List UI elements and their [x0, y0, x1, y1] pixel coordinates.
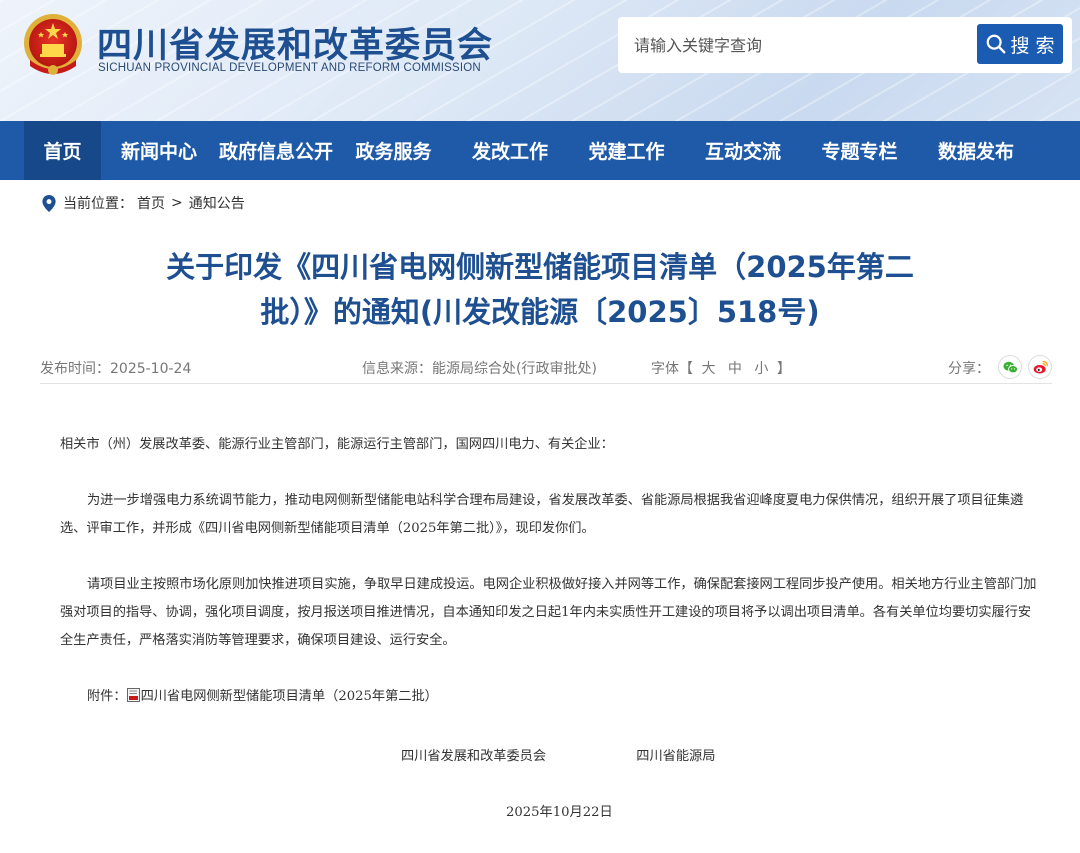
paragraph-1: 为进一步增强电力系统调节能力，推动电网侧新型储能电站科学合理布局建设，省发展改革…	[60, 493, 1024, 536]
search-box: 搜 索	[618, 17, 1072, 73]
font-size-medium-button[interactable]: 中	[728, 361, 742, 377]
nav-item-home[interactable]: 首页	[24, 121, 101, 180]
nav-item-data-release[interactable]: 数据发布	[918, 121, 1034, 180]
attachment-link[interactable]: 四川省电网侧新型储能项目清单（2025年第二批）	[141, 689, 438, 704]
nav-item-interaction[interactable]: 互动交流	[685, 121, 801, 180]
main-nav: 首页 新闻中心 政府信息公开 政务服务 发改工作 党建工作 互动交流 专题专栏 …	[0, 121, 1080, 180]
signer-energy-bureau: 四川省能源局	[636, 749, 716, 764]
info-source: 信息来源：能源局综合处(行政审批处)	[362, 361, 597, 377]
site-header: 四川省发展和改革委员会 SICHUAN PROVINCIAL DEVELOPME…	[0, 0, 1080, 121]
pdf-file-icon	[126, 688, 140, 702]
article-title-line2: 批）》的通知(川发改能源〔2025〕518号)	[260, 295, 820, 329]
attachment-label: 附件：	[87, 689, 127, 704]
nav-item-reform-work[interactable]: 发改工作	[452, 121, 568, 180]
nav-item-special-topics[interactable]: 专题专栏	[801, 121, 918, 180]
breadcrumb-label: 当前位置：	[63, 196, 133, 212]
article-title-line1: 关于印发《四川省电网侧新型储能项目清单（2025年第二	[166, 250, 914, 284]
font-size-control: 字体【 大 中 小 】	[651, 358, 791, 378]
weibo-share-icon[interactable]	[1028, 355, 1052, 379]
search-icon	[987, 34, 1006, 54]
font-size-label-close: 】	[776, 361, 791, 377]
location-pin-icon	[42, 194, 56, 212]
breadcrumb-separator: >	[171, 195, 183, 211]
article-content: 相关市（州）发展改革委、能源行业主管部门，能源运行主管部门，国网四川电力、有关企…	[60, 431, 1040, 820]
nav-item-party-building[interactable]: 党建工作	[568, 121, 685, 180]
national-emblem-icon	[24, 14, 82, 75]
attachment-line: 附件： 四川省电网侧新型储能项目清单（2025年第二批）	[60, 683, 1040, 711]
publish-date: 发布时间：2025-10-24	[40, 361, 192, 377]
article-title: 关于印发《四川省电网侧新型储能项目清单（2025年第二 批）》的通知(川发改能源…	[100, 245, 980, 335]
font-size-large-button[interactable]: 大	[701, 361, 715, 377]
salutation: 相关市（州）发展改革委、能源行业主管部门，能源运行主管部门，国网四川电力、有关企…	[60, 437, 614, 452]
search-button[interactable]: 搜 索	[977, 24, 1063, 64]
signer-ndrc: 四川省发展和改革委员会	[401, 749, 547, 764]
paragraph-2: 请项目业主按照市场化原则加快推进项目实施，争取早日建成投运。电网企业积极做好接入…	[60, 577, 1037, 648]
breadcrumb-home-link[interactable]: 首页	[137, 193, 165, 213]
breadcrumb: 当前位置： 首页 > 通知公告	[42, 193, 245, 213]
nav-item-gov-info[interactable]: 政府信息公开	[217, 121, 335, 180]
site-subtitle: SICHUAN PROVINCIAL DEVELOPMENT AND REFOR…	[98, 62, 481, 74]
article-meta: 发布时间：2025-10-24 信息来源：能源局综合处(行政审批处) 字体【 大…	[40, 352, 1052, 384]
wechat-share-icon[interactable]	[998, 355, 1022, 379]
site-title: 四川省发展和改革委员会	[97, 26, 494, 66]
sign-date: 2025年10月22日	[506, 805, 613, 820]
search-input[interactable]	[634, 31, 964, 59]
nav-item-services[interactable]: 政务服务	[335, 121, 452, 180]
search-button-label: 搜 索	[1010, 34, 1055, 57]
signers: 四川省发展和改革委员会 四川省能源局	[401, 743, 715, 771]
font-size-label-open: 字体【	[651, 361, 693, 377]
breadcrumb-current-link[interactable]: 通知公告	[189, 193, 245, 213]
share-label: 分享：	[948, 361, 990, 377]
font-size-small-button[interactable]: 小	[754, 361, 768, 377]
nav-item-news[interactable]: 新闻中心	[101, 121, 217, 180]
